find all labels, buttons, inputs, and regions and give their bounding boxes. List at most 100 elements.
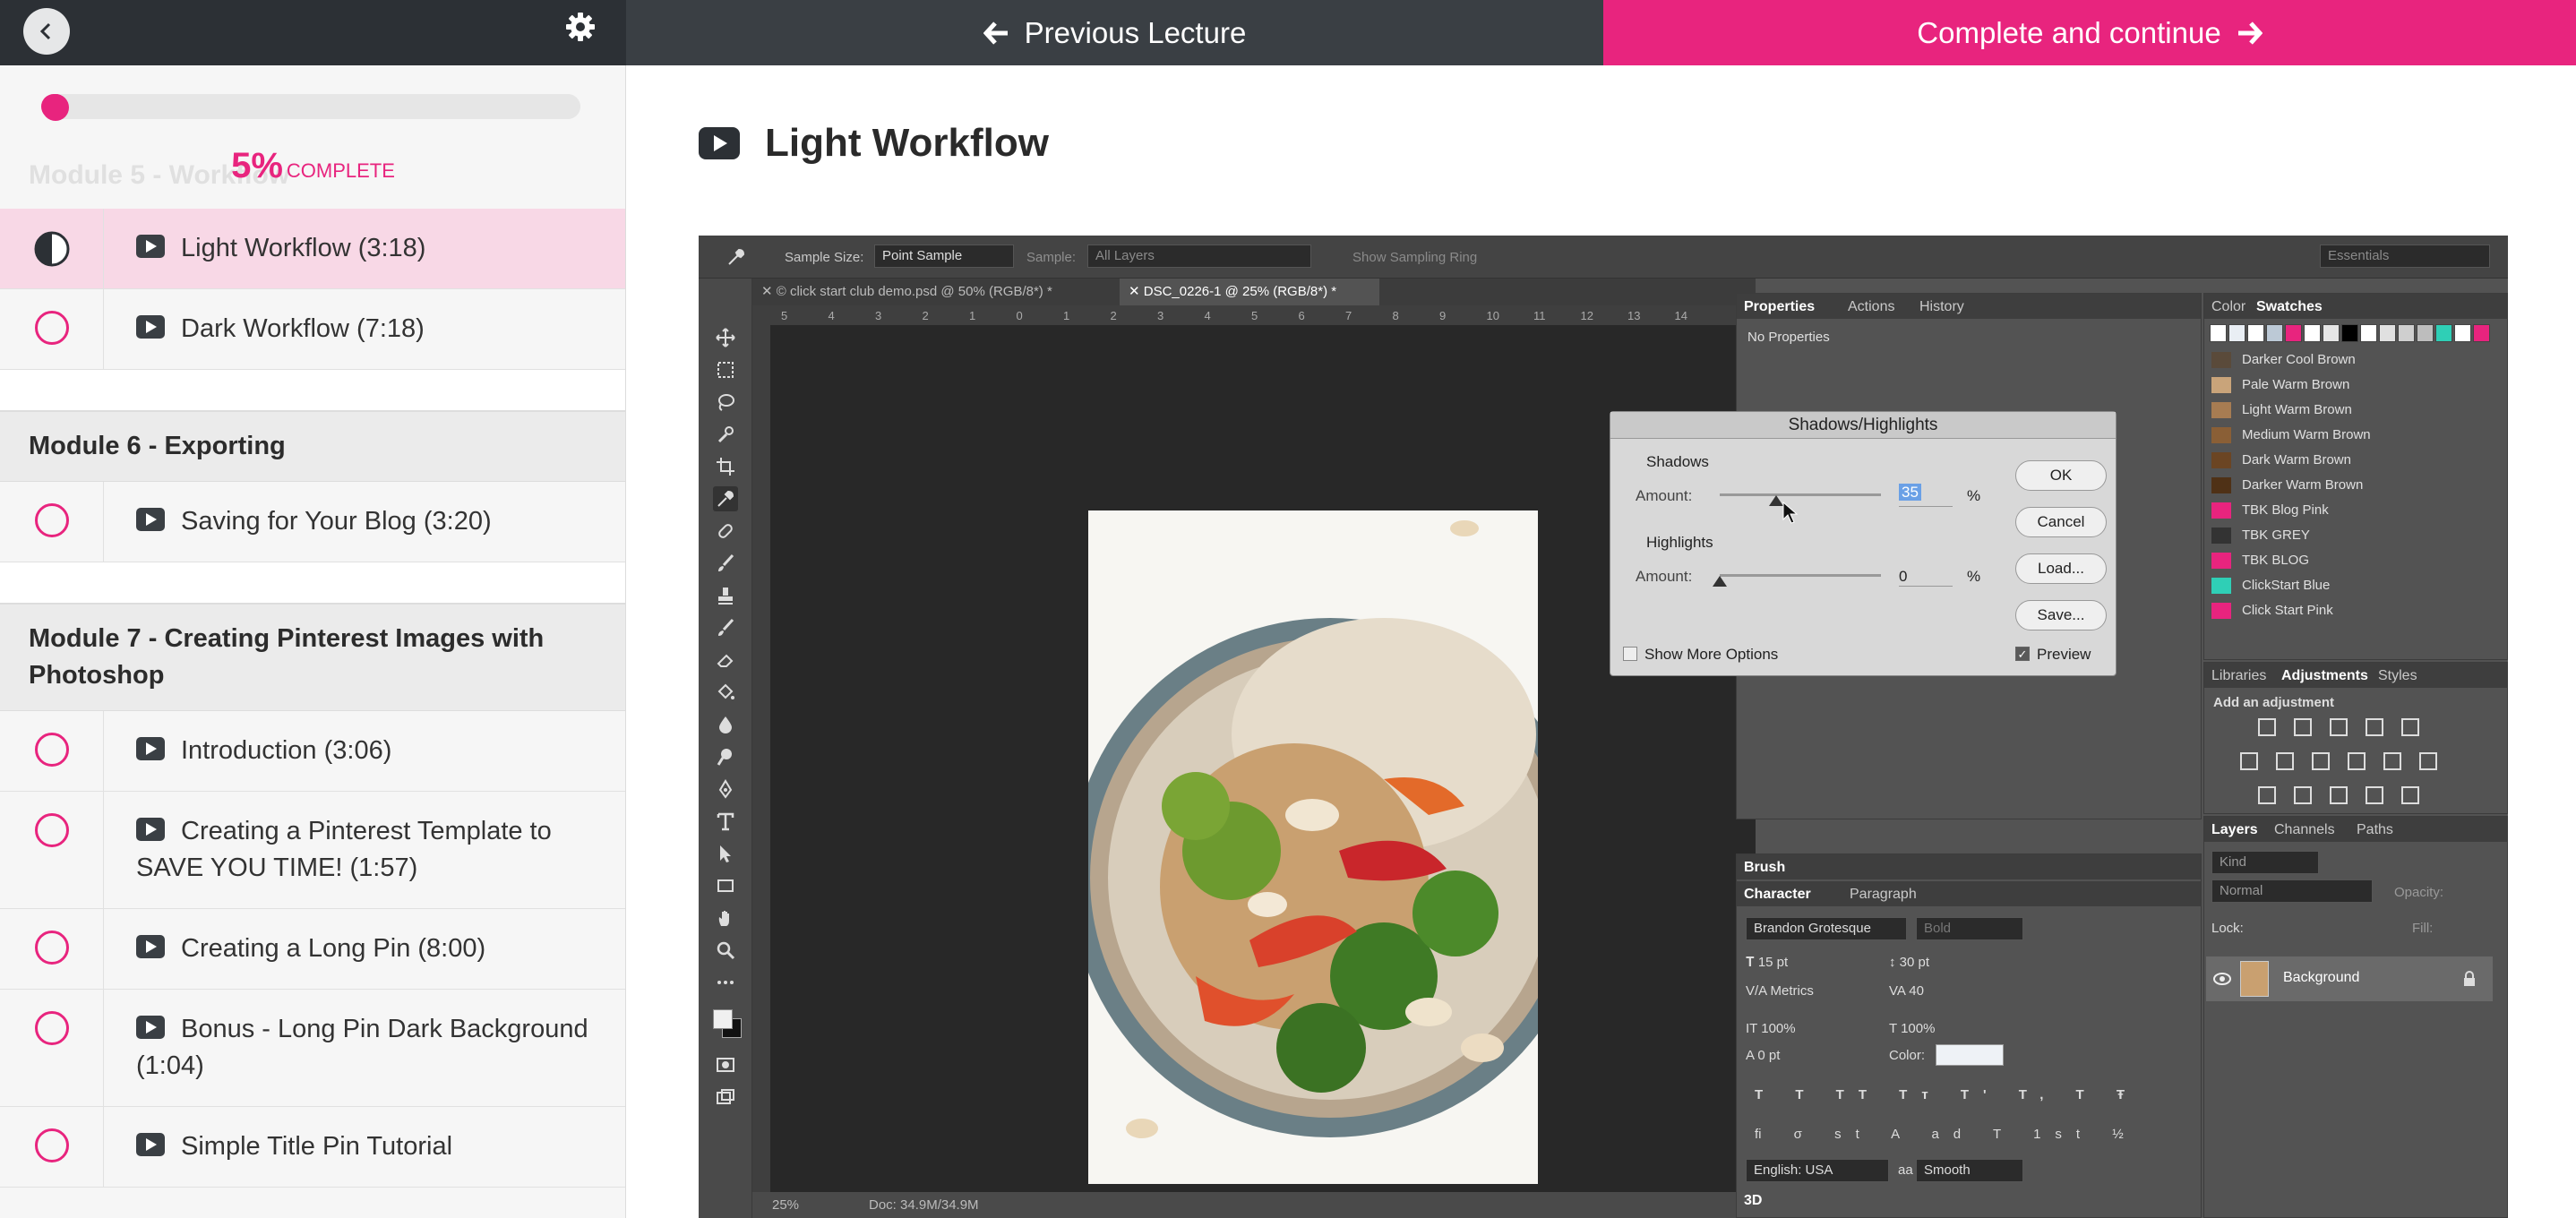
doc-tab-demo[interactable]: ✕ © click start club demo.psd @ 50% (RGB…	[752, 279, 1120, 305]
rectangle-tool-icon[interactable]	[713, 873, 738, 898]
threshold-icon[interactable]	[2330, 786, 2348, 804]
black-white-icon[interactable]	[2312, 752, 2330, 770]
tab-color[interactable]: Color	[2211, 299, 2245, 315]
lesson-item[interactable]: Simple Title Pin Tutorial	[0, 1107, 625, 1188]
selective-color-icon[interactable]	[2401, 786, 2419, 804]
lesson-title[interactable]: Introduction (3:06)	[104, 711, 424, 791]
font-size-field[interactable]: 𝐓 15 pt	[1746, 955, 1788, 970]
paint-bucket-tool-icon[interactable]	[713, 680, 738, 705]
swatch-item[interactable]: TBK GREY	[2211, 525, 2310, 546]
lesson-status[interactable]	[0, 482, 104, 562]
lesson-item[interactable]: Dark Workflow (7:18)	[0, 289, 625, 370]
antialias-select[interactable]: Smooth	[1916, 1159, 2023, 1182]
vertical-scale-field[interactable]: IT 100%	[1746, 1021, 1796, 1036]
swatch-chip[interactable]	[2398, 324, 2415, 342]
eye-icon[interactable]	[2213, 973, 2231, 985]
tab-properties[interactable]: Properties	[1744, 299, 1815, 315]
layer-background[interactable]: Background	[2206, 956, 2493, 1001]
lesson-status[interactable]	[0, 1107, 104, 1187]
swatch-item[interactable]: Dark Warm Brown	[2211, 450, 2351, 471]
tab-paragraph[interactable]: Paragraph	[1850, 887, 1917, 903]
doc-tab-dsc[interactable]: ✕ DSC_0226-1 @ 25% (RGB/8*) *	[1120, 279, 1379, 305]
gradient-map-icon[interactable]	[2366, 786, 2383, 804]
lesson-item[interactable]: Creating a Long Pin (8:00)	[0, 909, 625, 990]
lesson-item[interactable]: Bonus - Long Pin Dark Background (1:04)	[0, 990, 625, 1107]
swatch-item[interactable]: Darker Warm Brown	[2211, 475, 2363, 496]
lesson-item[interactable]: Creating a Pinterest Template to SAVE YO…	[0, 792, 625, 909]
sample-select[interactable]: All Layers	[1087, 244, 1311, 268]
lesson-status[interactable]	[0, 209, 104, 288]
font-family-select[interactable]: Brandon Grotesque	[1746, 917, 1907, 940]
quick-select-tool-icon[interactable]	[713, 422, 738, 447]
swatch-chip[interactable]	[2247, 324, 2264, 342]
blend-mode-select[interactable]: Normal	[2211, 879, 2373, 903]
lesson-status[interactable]	[0, 909, 104, 989]
swatch-chip[interactable]	[2210, 324, 2227, 342]
layer-filter-select[interactable]: Kind	[2211, 851, 2319, 874]
swatch-item[interactable]: TBK BLOG	[2211, 550, 2309, 571]
dodge-tool-icon[interactable]	[713, 744, 738, 769]
color-swatches-icon[interactable]	[709, 1006, 742, 1038]
tab-swatches[interactable]: Swatches	[2256, 299, 2323, 315]
vibrance-icon[interactable]	[2401, 718, 2419, 736]
swatch-item[interactable]: Light Warm Brown	[2211, 399, 2352, 421]
back-button[interactable]	[23, 8, 70, 55]
complete-and-continue-button[interactable]: Complete and continue	[1603, 0, 2576, 65]
tab-3d[interactable]: 3D	[1744, 1193, 1762, 1209]
eyedropper-tool-icon[interactable]	[713, 486, 738, 511]
swatch-chip[interactable]	[2285, 324, 2302, 342]
show-more-options-checkbox[interactable]	[1623, 647, 1637, 661]
settings-button[interactable]	[562, 9, 598, 45]
text-color-swatch[interactable]	[1936, 1044, 2004, 1066]
swatch-chip[interactable]	[2379, 324, 2396, 342]
highlights-amount-slider[interactable]	[1720, 574, 1881, 577]
lesson-status[interactable]	[0, 289, 104, 369]
brush-tool-icon[interactable]	[713, 551, 738, 576]
zoom-tool-icon[interactable]	[713, 938, 738, 963]
baseline-shift-field[interactable]: A 0 pt	[1746, 1048, 1780, 1063]
highlights-amount-field[interactable]: 0	[1899, 568, 1953, 587]
preview-checkbox[interactable]: ✓	[2015, 647, 2030, 661]
color-lookup-icon[interactable]	[2419, 752, 2437, 770]
lesson-title[interactable]: Bonus - Long Pin Dark Background (1:04)	[104, 990, 625, 1106]
tab-channels[interactable]: Channels	[2274, 822, 2335, 838]
crop-tool-icon[interactable]	[713, 454, 738, 479]
lesson-item[interactable]: Light Workflow (3:18)	[0, 209, 625, 289]
swatch-chip[interactable]	[2360, 324, 2377, 342]
swatch-chip[interactable]	[2417, 324, 2434, 342]
swatch-chip[interactable]	[2323, 324, 2340, 342]
opentype-buttons[interactable]: ﬁ σ st A ad T 1st ½	[1755, 1127, 2138, 1142]
cancel-button[interactable]: Cancel	[2015, 507, 2107, 537]
invert-icon[interactable]	[2258, 786, 2276, 804]
color-balance-icon[interactable]	[2276, 752, 2294, 770]
swatch-item[interactable]: Medium Warm Brown	[2211, 425, 2371, 446]
show-sampling-ring-label[interactable]: Show Sampling Ring	[1352, 250, 1477, 265]
lesson-title[interactable]: Light Workflow (3:18)	[104, 209, 458, 288]
font-style-select[interactable]: Bold	[1916, 917, 2023, 940]
history-brush-tool-icon[interactable]	[713, 615, 738, 640]
horizontal-scale-field[interactable]: T 100%	[1889, 1021, 1935, 1036]
ok-button[interactable]: OK	[2015, 460, 2107, 491]
swatch-chip[interactable]	[2473, 324, 2490, 342]
shadows-amount-field[interactable]: 35	[1899, 484, 1953, 507]
kerning-field[interactable]: V/A Metrics	[1746, 983, 1814, 999]
lasso-tool-icon[interactable]	[713, 390, 738, 415]
swatch-item[interactable]: Darker Cool Brown	[2211, 349, 2356, 371]
ps-canvas[interactable]	[770, 325, 1756, 1192]
tab-brush[interactable]: Brush	[1744, 860, 1785, 876]
photo-filter-icon[interactable]	[2348, 752, 2366, 770]
path-selection-tool-icon[interactable]	[713, 841, 738, 866]
lesson-title[interactable]: Creating a Long Pin (8:00)	[104, 909, 518, 989]
lesson-status[interactable]	[0, 990, 104, 1106]
eraser-tool-icon[interactable]	[713, 648, 738, 673]
tab-paths[interactable]: Paths	[2357, 822, 2393, 838]
lesson-title[interactable]: Dark Workflow (7:18)	[104, 289, 457, 369]
posterize-icon[interactable]	[2294, 786, 2312, 804]
quick-mask-icon[interactable]	[713, 1052, 738, 1077]
lesson-title[interactable]: Creating a Pinterest Template to SAVE YO…	[104, 792, 625, 908]
tab-adjustments[interactable]: Adjustments	[2281, 668, 2368, 684]
channel-mixer-icon[interactable]	[2383, 752, 2401, 770]
tab-actions[interactable]: Actions	[1848, 299, 1894, 315]
shadows-amount-slider[interactable]	[1720, 493, 1881, 496]
swatch-chip[interactable]	[2266, 324, 2283, 342]
